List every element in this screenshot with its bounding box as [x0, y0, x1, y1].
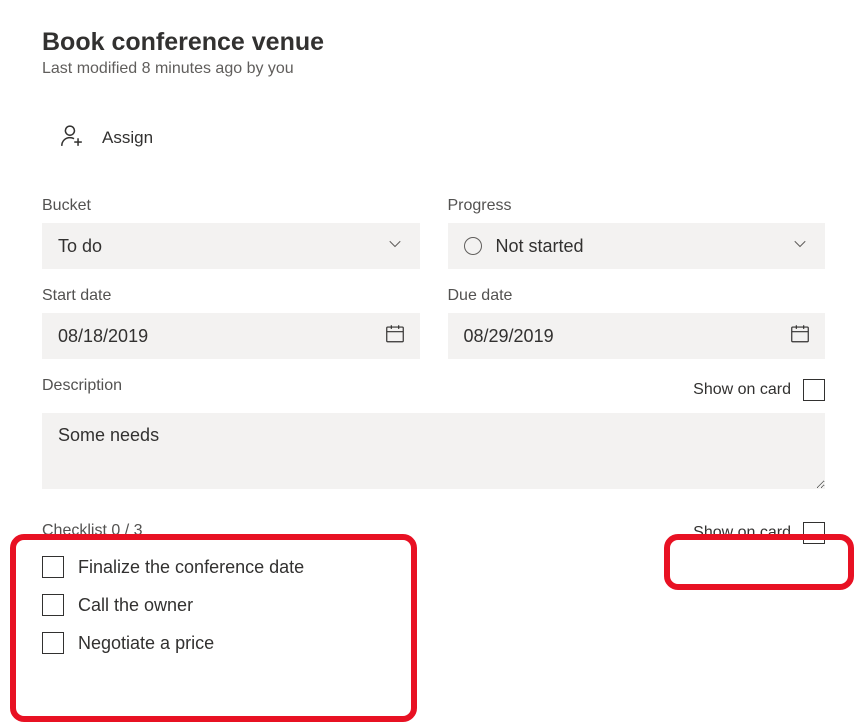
progress-value: Not started — [496, 236, 584, 257]
checklist-item[interactable]: Negotiate a price — [42, 632, 693, 654]
calendar-icon[interactable] — [384, 323, 406, 350]
task-title: Book conference venue — [42, 28, 825, 57]
checklist-item-label: Finalize the conference date — [78, 557, 304, 578]
due-date-label: Due date — [448, 287, 826, 305]
chevron-down-icon — [386, 235, 404, 258]
checklist-item-label: Negotiate a price — [78, 633, 214, 654]
description-label: Description — [42, 377, 122, 395]
assign-label: Assign — [102, 128, 153, 148]
desc-show-on-card-label: Show on card — [693, 381, 791, 399]
bucket-value: To do — [58, 236, 102, 257]
start-date-label: Start date — [42, 287, 420, 305]
due-date-field[interactable] — [448, 313, 826, 359]
bucket-label: Bucket — [42, 197, 420, 215]
checklist-item[interactable]: Finalize the conference date — [42, 556, 693, 578]
assign-person-icon — [58, 122, 84, 153]
desc-show-on-card-checkbox[interactable] — [803, 379, 825, 401]
checklist-item-label: Call the owner — [78, 595, 193, 616]
due-date-input[interactable] — [464, 326, 810, 347]
checklist-item[interactable]: Call the owner — [42, 594, 693, 616]
checklist-checkbox[interactable] — [42, 556, 64, 578]
checklist-show-on-card-label: Show on card — [693, 524, 791, 542]
progress-label: Progress — [448, 197, 826, 215]
start-date-field[interactable] — [42, 313, 420, 359]
checklist-checkbox[interactable] — [42, 594, 64, 616]
checklist-checkbox[interactable] — [42, 632, 64, 654]
start-date-input[interactable] — [58, 326, 404, 347]
description-textarea[interactable] — [42, 413, 825, 489]
progress-dropdown[interactable]: Not started — [448, 223, 826, 269]
checklist-show-on-card-checkbox[interactable] — [803, 522, 825, 544]
checklist-title: Checklist 0 / 3 — [42, 522, 693, 540]
assign-button[interactable]: Assign — [42, 118, 825, 157]
not-started-icon — [464, 237, 482, 255]
calendar-icon[interactable] — [789, 323, 811, 350]
bucket-dropdown[interactable]: To do — [42, 223, 420, 269]
chevron-down-icon — [791, 235, 809, 258]
last-modified: Last modified 8 minutes ago by you — [42, 60, 825, 78]
